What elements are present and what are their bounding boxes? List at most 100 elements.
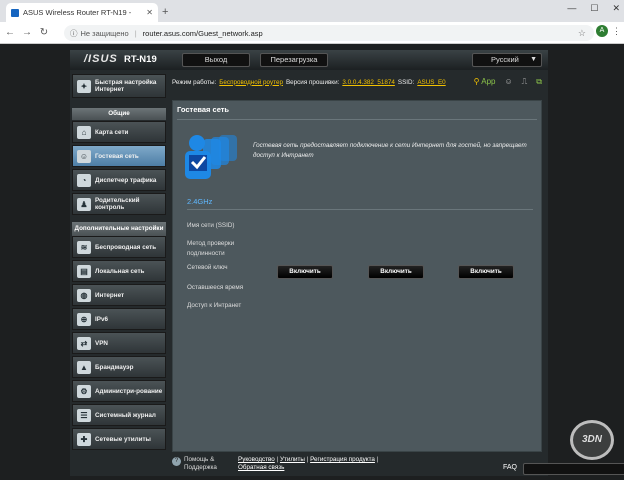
- browser-menu-icon[interactable]: ⋮: [612, 26, 621, 37]
- utility-link[interactable]: Утилиты: [280, 456, 305, 463]
- chevron-down-icon: ▼: [530, 56, 537, 63]
- sidebar-item-parental-control[interactable]: ♟ Родительский контроль: [72, 193, 166, 215]
- page-viewport: /ISUS RT-N19 Выход Перезагрузка Русский ▼…: [0, 44, 624, 480]
- sidebar-item-label: Системный журнал: [95, 411, 156, 419]
- sidebar-item-label: Администри-рование: [95, 387, 163, 395]
- registration-link[interactable]: Регистрация продукта: [310, 456, 375, 463]
- sidebar-item-network-map[interactable]: ⌂ Карта сети: [72, 121, 166, 143]
- sidebar-item-wireless[interactable]: ≋ Беспроводная сеть: [72, 236, 166, 258]
- sidebar-header-advanced: Дополнительные настройки: [72, 222, 166, 236]
- address-bar-row: ← → ↻ ⓘ Не защищено | router.asus.com/Gu…: [0, 22, 624, 44]
- tab-title: ASUS Wireless Router RT-N19 -: [23, 8, 132, 17]
- enable-button-3[interactable]: Включить: [458, 265, 514, 279]
- faq-search-input[interactable]: [523, 463, 624, 475]
- bookmark-star-icon[interactable]: ☆: [578, 28, 586, 39]
- network-key-row-label: Сетевой ключ: [187, 264, 228, 271]
- sidebar-item-label: Локальная сеть: [95, 267, 145, 275]
- sidebar-item-label: Сетевые утилиты: [95, 435, 151, 443]
- sidebar-item-label: Брандмауэр: [95, 363, 134, 371]
- usb-icon[interactable]: ⎍: [522, 77, 528, 87]
- sidebar: ✦ Быстрая настройка Интернет Общие ⌂ Карта…: [72, 74, 166, 470]
- faq-label: FAQ: [503, 464, 518, 471]
- not-secure-label: Не защищено: [80, 28, 129, 38]
- router-model: RT-N19: [124, 54, 157, 65]
- app-link[interactable]: ⚲ App: [474, 77, 496, 87]
- remaining-time-row-label: Оставшееся время: [187, 284, 244, 291]
- sidebar-item-label: Интернет: [95, 291, 125, 299]
- url-field[interactable]: ⓘ Не защищено | router.asus.com/Guest_ne…: [64, 25, 594, 41]
- watermark-logo: 3DN: [570, 420, 614, 460]
- maximize-icon[interactable]: ☐: [590, 3, 598, 14]
- auth-method-row-label: Метод проверки подлинности: [187, 240, 235, 257]
- new-tab-icon[interactable]: +: [162, 6, 168, 18]
- sidebar-item-internet[interactable]: ◍ Интернет: [72, 284, 166, 306]
- ssid-label: SSID:: [397, 78, 415, 86]
- sidebar-item-guest-network[interactable]: ☺ Гостевая сеть: [72, 145, 166, 167]
- firmware-link[interactable]: 3.0.0.4.382_51874: [342, 79, 395, 86]
- url-separator: |: [134, 28, 137, 38]
- language-select[interactable]: Русский ▼: [472, 53, 542, 67]
- mode-label: Режим работы:: [172, 78, 217, 86]
- enable-button-1[interactable]: Включить: [277, 265, 333, 279]
- sidebar-item-label: IPv6: [95, 315, 108, 323]
- tools-icon: ✚: [77, 432, 91, 446]
- band-label: 2.4GHz: [187, 197, 213, 206]
- globe-icon: ◍: [77, 288, 91, 302]
- sidebar-item-lan[interactable]: ▤ Локальная сеть: [72, 260, 166, 282]
- admin-icon: ⚙: [77, 384, 91, 398]
- close-window-icon[interactable]: ✕: [612, 3, 620, 14]
- browser-tab[interactable]: ASUS Wireless Router RT-N19 - ✕: [6, 3, 158, 22]
- profile-avatar[interactable]: A: [596, 25, 608, 37]
- enable-button-2[interactable]: Включить: [368, 265, 424, 279]
- feedback-link[interactable]: Обратная связь: [238, 464, 284, 471]
- reboot-button[interactable]: Перезагрузка: [260, 53, 328, 67]
- forward-icon[interactable]: →: [20, 27, 34, 38]
- sidebar-item-label: Беспроводная сеть: [95, 243, 157, 251]
- app-label: App: [481, 77, 496, 86]
- network-map-icon: ⌂: [77, 125, 91, 139]
- guest-network-description: Гостевая сеть предоставляет подключение …: [253, 142, 527, 159]
- network-status-icon[interactable]: ⧉: [536, 77, 542, 87]
- sidebar-item-firewall[interactable]: ▲ Брандмауэр: [72, 356, 166, 378]
- status-bar: Режим работы: Беспроводной роутер Версия…: [172, 74, 542, 90]
- manual-link[interactable]: Руководство: [238, 456, 275, 463]
- firmware-label: Версия прошивки:: [285, 78, 340, 86]
- page-title: Гостевая сеть: [177, 105, 230, 114]
- info-icon[interactable]: ⓘ: [70, 28, 78, 39]
- sidebar-item-traffic-manager[interactable]: ◔ Диспетчер трафика: [72, 169, 166, 191]
- wireless-icon: ≋: [77, 240, 91, 254]
- close-tab-icon[interactable]: ✕: [146, 8, 153, 17]
- sidebar-item-administration[interactable]: ⚙ Администри-рование: [72, 380, 166, 402]
- sidebar-item-ipv6[interactable]: ⊕ IPv6: [72, 308, 166, 330]
- router-panel: /ISUS RT-N19 Выход Перезагрузка Русский ▼…: [70, 50, 624, 476]
- footer-sep: |: [374, 456, 379, 463]
- sidebar-item-system-log[interactable]: ☰ Системный журнал: [72, 404, 166, 426]
- log-icon: ☰: [77, 408, 91, 422]
- status-icons: ⚲ App ☺ ⎍ ⧉: [474, 77, 542, 87]
- ipv6-icon: ⊕: [77, 312, 91, 326]
- sidebar-item-label: Быстрая настройка Интернет: [95, 79, 157, 93]
- language-value: Русский: [491, 55, 519, 64]
- lan-icon: ▤: [77, 264, 91, 278]
- sidebar-item-label: Карта сети: [95, 128, 129, 136]
- reload-icon[interactable]: ↻: [37, 27, 51, 38]
- router-top-bar: /ISUS RT-N19 Выход Перезагрузка Русский ▼: [70, 50, 548, 70]
- sidebar-item-vpn[interactable]: ⇄ VPN: [72, 332, 166, 354]
- back-icon[interactable]: ←: [3, 27, 17, 38]
- mode-link[interactable]: Беспроводной роутер: [219, 79, 283, 86]
- minimize-icon[interactable]: —: [567, 3, 576, 14]
- sidebar-item-network-tools[interactable]: ✚ Сетевые утилиты: [72, 428, 166, 450]
- sidebar-item-label: VPN: [95, 339, 108, 347]
- lightbulb-icon: ⚲: [473, 77, 480, 86]
- user-icon[interactable]: ☺: [505, 77, 513, 87]
- logout-button[interactable]: Выход: [182, 53, 250, 67]
- help-icon: ?: [172, 457, 181, 466]
- sidebar-item-quick-setup[interactable]: ✦ Быстрая настройка Интернет: [72, 74, 166, 98]
- title-divider: [177, 119, 537, 120]
- help-support-link[interactable]: Помощь & Поддержка: [184, 456, 232, 472]
- ssid-link[interactable]: ASUS_E0: [417, 79, 445, 86]
- sidebar-item-label: Гостевая сеть: [95, 152, 139, 160]
- parental-icon: ♟: [77, 197, 91, 211]
- url-text: router.asus.com/Guest_network.asp: [142, 28, 263, 38]
- firewall-icon: ▲: [77, 360, 91, 374]
